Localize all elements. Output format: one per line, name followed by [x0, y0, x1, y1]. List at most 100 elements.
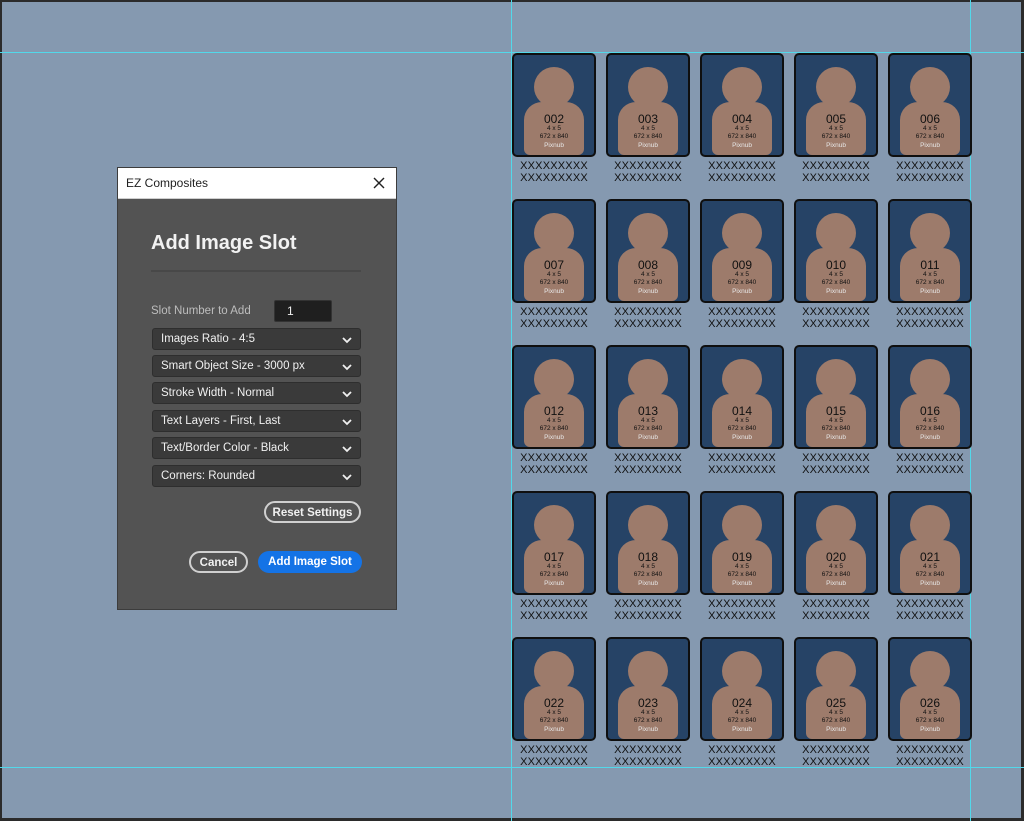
slot-brand: Pixnub: [732, 288, 752, 295]
slot-number: 011: [920, 258, 940, 272]
slot-size: 672 x 840: [727, 425, 757, 432]
dropdown-label: Text/Border Color - Black: [161, 442, 289, 454]
chevron-down-icon: [342, 337, 352, 344]
slot-size: 672 x 840: [821, 133, 851, 140]
last-name-text: XXXXXXXXX: [802, 464, 870, 476]
slot-brand: Pixnub: [826, 142, 846, 149]
slot-frame: 022 4 x 5 672 x 840 Pixnub: [512, 637, 596, 741]
slot-ratio: 4 x 5: [734, 417, 750, 424]
slot-frame: 004 4 x 5 672 x 840 Pixnub: [700, 53, 784, 157]
first-name-text: XXXXXXXXX: [802, 452, 870, 464]
slot-brand: Pixnub: [920, 142, 940, 149]
last-name-text: XXXXXXXXX: [708, 610, 776, 622]
slot-frame: 008 4 x 5 672 x 840 Pixnub: [606, 199, 690, 303]
slot-size: 672 x 840: [727, 717, 757, 724]
slot-brand: Pixnub: [826, 580, 846, 587]
slot-size: 672 x 840: [633, 425, 663, 432]
slot-brand: Pixnub: [732, 142, 752, 149]
slot-ratio: 4 x 5: [640, 709, 656, 716]
slot-ratio: 4 x 5: [828, 417, 844, 424]
slot-brand: Pixnub: [544, 434, 564, 441]
silhouette-head: [910, 213, 950, 253]
slot-brand: Pixnub: [826, 726, 846, 733]
first-name-text: XXXXXXXXX: [520, 744, 588, 756]
slot-number: 014: [731, 404, 753, 418]
stroke-width-dropdown[interactable]: Stroke Width - Normal: [152, 382, 361, 404]
slot-brand: Pixnub: [826, 434, 846, 441]
slot-size: 672 x 840: [727, 279, 757, 286]
slot-number-input[interactable]: [274, 300, 332, 322]
slot-frame: 012 4 x 5 672 x 840 Pixnub: [512, 345, 596, 449]
slot-number: 007: [543, 258, 565, 272]
slot-number: 006: [919, 112, 941, 126]
slot-ratio: 4 x 5: [922, 125, 938, 132]
first-name-text: XXXXXXXXX: [802, 160, 870, 172]
slot-number: 015: [825, 404, 847, 418]
last-name-text: XXXXXXXXX: [708, 318, 776, 330]
images-ratio-dropdown[interactable]: Images Ratio - 4:5: [152, 328, 361, 350]
slot-number: 003: [637, 112, 659, 126]
text-layers-dropdown[interactable]: Text Layers - First, Last: [152, 410, 361, 432]
slot-brand: Pixnub: [638, 726, 658, 733]
slot-frame: 009 4 x 5 672 x 840 Pixnub: [700, 199, 784, 303]
slot-number: 025: [825, 696, 847, 710]
last-name-text: XXXXXXXXX: [520, 172, 588, 184]
chevron-down-icon: [342, 364, 352, 371]
slot-ratio: 4 x 5: [640, 271, 656, 278]
chevron-down-icon: [342, 391, 352, 398]
close-icon[interactable]: [368, 172, 390, 194]
slot-ratio: 4 x 5: [922, 271, 938, 278]
slot-frame: 003 4 x 5 672 x 840 Pixnub: [606, 53, 690, 157]
slot-ratio: 4 x 5: [828, 709, 844, 716]
slot-ratio: 4 x 5: [546, 417, 562, 424]
last-name-text: XXXXXXXXX: [614, 610, 682, 622]
silhouette-head: [628, 505, 668, 545]
last-name-text: XXXXXXXXX: [520, 464, 588, 476]
slot-size: 672 x 840: [633, 279, 663, 286]
corners-dropdown[interactable]: Corners: Rounded: [152, 465, 361, 487]
first-name-text: XXXXXXXXX: [896, 160, 964, 172]
slot-frame: 018 4 x 5 672 x 840 Pixnub: [606, 491, 690, 595]
slot-number: 016: [919, 404, 941, 418]
last-name-text: XXXXXXXXX: [802, 756, 870, 768]
silhouette-head: [910, 67, 950, 107]
slot-frame: 002 4 x 5 672 x 840 Pixnub: [512, 53, 596, 157]
slot-ratio: 4 x 5: [734, 709, 750, 716]
first-name-text: XXXXXXXXX: [614, 306, 682, 318]
first-name-text: XXXXXXXXX: [520, 452, 588, 464]
first-name-text: XXXXXXXXX: [614, 598, 682, 610]
silhouette-head: [816, 505, 856, 545]
slot-number: 024: [731, 696, 753, 710]
first-name-text: XXXXXXXXX: [802, 306, 870, 318]
silhouette-head: [628, 359, 668, 399]
slot-ratio: 4 x 5: [546, 563, 562, 570]
first-name-text: XXXXXXXXX: [802, 744, 870, 756]
slot-number: 026: [919, 696, 941, 710]
cancel-button[interactable]: Cancel: [189, 551, 248, 573]
reset-settings-button[interactable]: Reset Settings: [264, 501, 361, 523]
slot-brand: Pixnub: [732, 434, 752, 441]
silhouette-head: [628, 213, 668, 253]
silhouette-head: [628, 651, 668, 691]
text-border-color-dropdown[interactable]: Text/Border Color - Black: [152, 437, 361, 459]
dialog-titlebar[interactable]: EZ Composites: [118, 168, 396, 199]
slot-size: 672 x 840: [633, 133, 663, 140]
slot-size: 672 x 840: [821, 571, 851, 578]
last-name-text: XXXXXXXXX: [708, 756, 776, 768]
slot-number: 008: [637, 258, 659, 272]
slot-frame: 017 4 x 5 672 x 840 Pixnub: [512, 491, 596, 595]
slot-number: 009: [731, 258, 753, 272]
first-name-text: XXXXXXXXX: [520, 598, 588, 610]
last-name-text: XXXXXXXXX: [614, 318, 682, 330]
slot-number: 023: [637, 696, 659, 710]
slot-number: 017: [543, 550, 565, 564]
first-name-text: XXXXXXXXX: [520, 160, 588, 172]
slot-frame: 025 4 x 5 672 x 840 Pixnub: [794, 637, 878, 741]
add-image-slot-button[interactable]: Add Image Slot: [258, 551, 362, 573]
smart-object-size-dropdown[interactable]: Smart Object Size - 3000 px: [152, 355, 361, 377]
slot-ratio: 4 x 5: [640, 563, 656, 570]
last-name-text: XXXXXXXXX: [614, 464, 682, 476]
slot-size: 672 x 840: [727, 133, 757, 140]
slot-frame: 024 4 x 5 672 x 840 Pixnub: [700, 637, 784, 741]
first-name-text: XXXXXXXXX: [896, 306, 964, 318]
